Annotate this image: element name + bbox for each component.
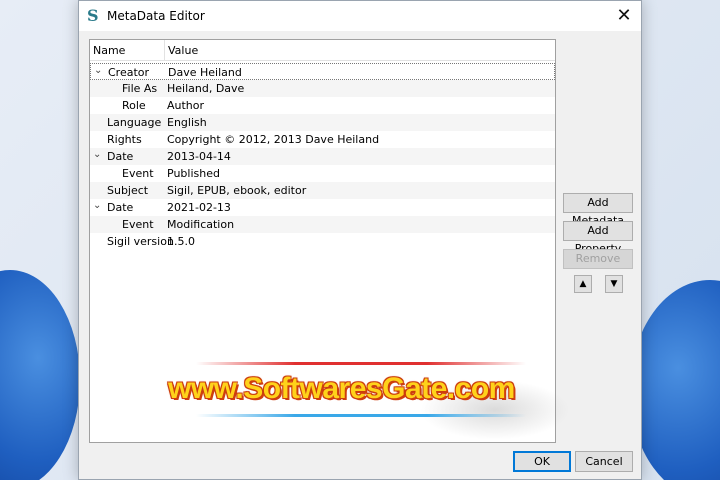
chevron-down-icon[interactable]: ⌄ (93, 200, 105, 211)
row-value: English (167, 116, 207, 129)
wallpaper-swirl-left (0, 270, 80, 480)
add-metadata-button[interactable]: Add Metadata (563, 193, 633, 227)
remove-button[interactable]: Remove (563, 249, 633, 269)
row-name: File As (122, 82, 158, 95)
row-value: Modification (167, 218, 235, 231)
row-name: Creator (108, 66, 150, 79)
tree-row[interactable]: ⌄ Creator Dave Heiland (90, 63, 555, 80)
row-value: Sigil, EPUB, ebook, editor (167, 184, 307, 197)
row-name: Date (107, 150, 134, 163)
tree-row[interactable]: Event Modification (90, 216, 555, 233)
tree-row[interactable]: ⌄ Date 2013-04-14 (90, 148, 555, 165)
tree-row[interactable]: ⌄ Date 2021-02-13 (90, 199, 555, 216)
add-property-button[interactable]: Add Property (563, 221, 633, 255)
row-value: 2021-02-13 (167, 201, 231, 214)
chevron-down-icon[interactable]: ⌄ (94, 65, 106, 76)
row-name: Sigil version (107, 235, 174, 248)
row-value: Dave Heiland (168, 66, 242, 79)
move-down-button[interactable]: ▼ (605, 275, 623, 293)
row-value: Heiland, Dave (167, 82, 245, 95)
cancel-button[interactable]: Cancel (575, 451, 633, 472)
close-icon[interactable]: ✕ (607, 1, 641, 31)
row-name: Rights (107, 133, 142, 146)
watermark-red-line (196, 362, 526, 365)
tree-row[interactable]: Language English (90, 114, 555, 131)
arrow-up-icon: ▲ (579, 279, 587, 289)
row-name: Date (107, 201, 134, 214)
tree-row[interactable]: Sigil version 1.5.0 (90, 233, 555, 250)
row-value: Author (167, 99, 205, 112)
title-bar: S MetaData Editor ✕ (79, 1, 641, 31)
row-name: Language (107, 116, 162, 129)
column-divider (164, 40, 165, 61)
row-name: Event (122, 167, 154, 180)
row-value: Copyright © 2012, 2013 Dave Heiland (167, 133, 380, 146)
tree-header: Name Value (90, 40, 555, 61)
arrow-down-icon: ▼ (610, 279, 618, 289)
row-value: 2013-04-14 (167, 150, 231, 163)
move-up-button[interactable]: ▲ (574, 275, 592, 293)
chevron-down-icon[interactable]: ⌄ (93, 149, 105, 160)
tree-row[interactable]: Rights Copyright © 2012, 2013 Dave Heilan… (90, 131, 555, 148)
column-header-value[interactable]: Value (168, 44, 198, 57)
row-name: Role (122, 99, 146, 112)
tree-row[interactable]: Event Published (90, 165, 555, 182)
row-value: 1.5.0 (167, 235, 195, 248)
tree-row[interactable]: Role Author (90, 97, 555, 114)
tree-row[interactable]: Subject Sigil, EPUB, ebook, editor (90, 182, 555, 199)
watermark-text: www.SoftwaresGate.com (168, 372, 515, 405)
column-header-name[interactable]: Name (93, 44, 125, 57)
wallpaper-swirl-right (630, 280, 720, 480)
tree-row[interactable]: File As Heiland, Dave (90, 80, 555, 97)
watermark-blue-line (196, 414, 526, 417)
sigil-icon: S (87, 6, 99, 25)
row-name: Subject (107, 184, 149, 197)
row-value: Published (167, 167, 220, 180)
ok-button[interactable]: OK (513, 451, 571, 472)
row-name: Event (122, 218, 154, 231)
window-title: MetaData Editor (107, 9, 205, 23)
